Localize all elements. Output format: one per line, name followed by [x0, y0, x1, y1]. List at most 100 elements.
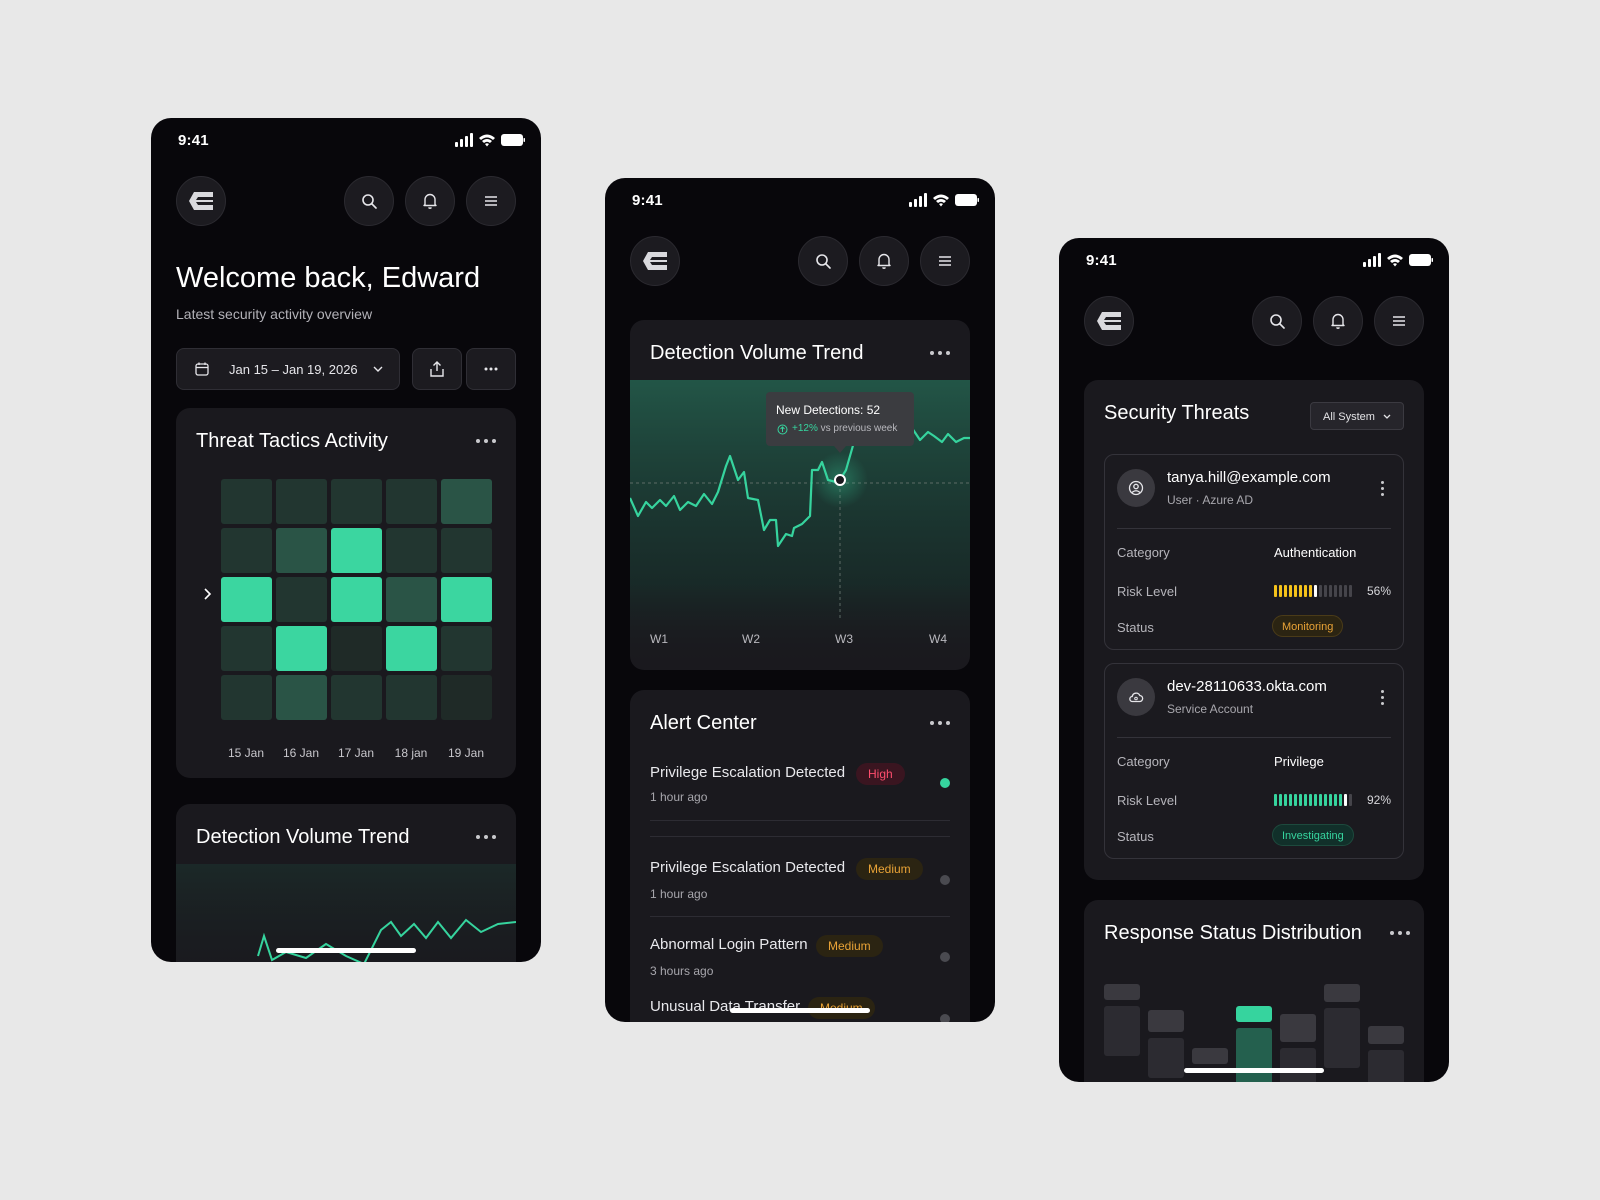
heatmap-cell[interactable]: [221, 528, 272, 573]
chevron-right-icon[interactable]: [204, 588, 212, 600]
menu-button[interactable]: [466, 176, 516, 226]
heatmap-cell[interactable]: [331, 577, 382, 622]
menu-button[interactable]: [1374, 296, 1424, 346]
heatmap-cell[interactable]: [276, 479, 327, 524]
status-badge: Monitoring: [1272, 615, 1344, 637]
cloud-gear-icon: [1129, 692, 1144, 703]
category-value: Authentication: [1274, 545, 1357, 560]
card-title: Detection Volume Trend: [196, 826, 410, 848]
kebab-menu-icon[interactable]: [1381, 690, 1385, 706]
severity-badge: Medium: [816, 935, 883, 957]
phone-detections: 9:41 Detection Volume Trend New Detectio…: [605, 178, 995, 1022]
alert-title: Privilege Escalation Detected: [650, 764, 846, 781]
heatmap-cell[interactable]: [331, 528, 382, 573]
unread-dot: [940, 778, 950, 788]
logo-button[interactable]: [630, 236, 680, 286]
response-bar-cap-active: [1236, 1006, 1272, 1022]
logo-button[interactable]: [1084, 296, 1134, 346]
notifications-button[interactable]: [1313, 296, 1363, 346]
top-bar: [630, 236, 970, 286]
risk-segment: [1334, 794, 1337, 806]
week-label: W1: [650, 632, 668, 646]
heatmap-cell[interactable]: [221, 479, 272, 524]
heatmap-cell[interactable]: [386, 626, 437, 671]
search-button[interactable]: [798, 236, 848, 286]
heatmap-cell[interactable]: [331, 675, 382, 720]
threat-item[interactable]: tanya.hill@example.com User · Azure AD C…: [1104, 454, 1404, 650]
notifications-button[interactable]: [859, 236, 909, 286]
threat-item[interactable]: dev-28110633.okta.com Service Account Ca…: [1104, 663, 1404, 859]
status-icons: [909, 193, 979, 207]
card-more-icon[interactable]: [930, 347, 950, 359]
risk-segment: [1324, 794, 1327, 806]
heatmap-cell[interactable]: [441, 626, 492, 671]
card-title: Alert Center: [650, 712, 757, 734]
heatmap-cell[interactable]: [386, 675, 437, 720]
heatmap-cell[interactable]: [221, 577, 272, 622]
heatmap-cell[interactable]: [331, 479, 382, 524]
bell-icon: [1331, 313, 1345, 329]
kebab-menu-icon[interactable]: [1381, 481, 1385, 497]
threat-identity: tanya.hill@example.com: [1167, 469, 1331, 486]
response-bar: [1368, 1050, 1404, 1082]
search-icon: [362, 194, 377, 209]
date-range-text: Jan 15 – Jan 19, 2026: [229, 362, 358, 377]
heatmap-cell[interactable]: [441, 675, 492, 720]
threat-tactics-card: Threat Tactics Activity 15 Jan 16 Jan 17 J…: [176, 408, 516, 778]
menu-button[interactable]: [920, 236, 970, 286]
card-more-icon[interactable]: [476, 831, 496, 843]
card-more-icon[interactable]: [930, 717, 950, 729]
status-time: 9:41: [1086, 252, 1117, 269]
read-dot: [940, 875, 950, 885]
date-range-picker[interactable]: Jan 15 – Jan 19, 2026: [176, 348, 400, 390]
risk-segment: [1339, 794, 1342, 806]
tooltip-change: +12% vs previous week: [792, 423, 897, 434]
alert-title: Privilege Escalation Detected: [650, 859, 846, 876]
status-icons: [1363, 253, 1433, 267]
alert-center-card: Alert Center Privilege Escalation Detect…: [630, 690, 970, 1022]
system-filter-dropdown[interactable]: All System: [1310, 402, 1404, 430]
hamburger-icon: [1393, 316, 1405, 326]
welcome-subtitle: Latest security activity overview: [176, 306, 373, 322]
alert-title: Abnormal Login Pattern: [650, 936, 808, 953]
heatmap-cell[interactable]: [386, 528, 437, 573]
heatmap-cell[interactable]: [276, 528, 327, 573]
risk-segment: [1324, 585, 1327, 597]
heatmap-cell[interactable]: [441, 479, 492, 524]
search-button[interactable]: [1252, 296, 1302, 346]
logo-button[interactable]: [176, 176, 226, 226]
heatmap-cell[interactable]: [386, 577, 437, 622]
security-threats-card: Security Threats All System tanya.hill@e…: [1084, 380, 1424, 880]
heatmap-cell[interactable]: [386, 479, 437, 524]
heatmap-cell[interactable]: [276, 675, 327, 720]
response-bar: [1280, 1048, 1316, 1082]
threat-source: User · Azure AD: [1167, 493, 1254, 507]
heatmap-cell[interactable]: [276, 626, 327, 671]
status-bar: 9:41: [151, 118, 541, 166]
risk-segment: [1319, 585, 1322, 597]
avatar: [1117, 678, 1155, 716]
heatmap-cell[interactable]: [441, 577, 492, 622]
response-bar: [1104, 1006, 1140, 1056]
home-indicator[interactable]: [276, 948, 416, 953]
divider: [650, 836, 950, 837]
more-options-button[interactable]: [466, 348, 516, 390]
heatmap-cell[interactable]: [221, 626, 272, 671]
heatmap-cell[interactable]: [276, 577, 327, 622]
home-indicator[interactable]: [1184, 1068, 1324, 1073]
tooltip-suffix: vs previous week: [820, 423, 898, 434]
home-indicator[interactable]: [730, 1008, 870, 1013]
status-badge: Investigating: [1272, 824, 1354, 846]
heatmap-cell[interactable]: [221, 675, 272, 720]
risk-label: Risk Level: [1117, 584, 1177, 599]
tooltip-change-value: +12%: [792, 423, 818, 434]
card-more-icon[interactable]: [1390, 927, 1410, 939]
heatmap-cell[interactable]: [331, 626, 382, 671]
heatmap-cell[interactable]: [441, 528, 492, 573]
status-label: Status: [1117, 829, 1154, 844]
share-button[interactable]: [412, 348, 462, 390]
card-more-icon[interactable]: [476, 435, 496, 447]
search-button[interactable]: [344, 176, 394, 226]
notifications-button[interactable]: [405, 176, 455, 226]
response-bar-cap: [1148, 1010, 1184, 1032]
